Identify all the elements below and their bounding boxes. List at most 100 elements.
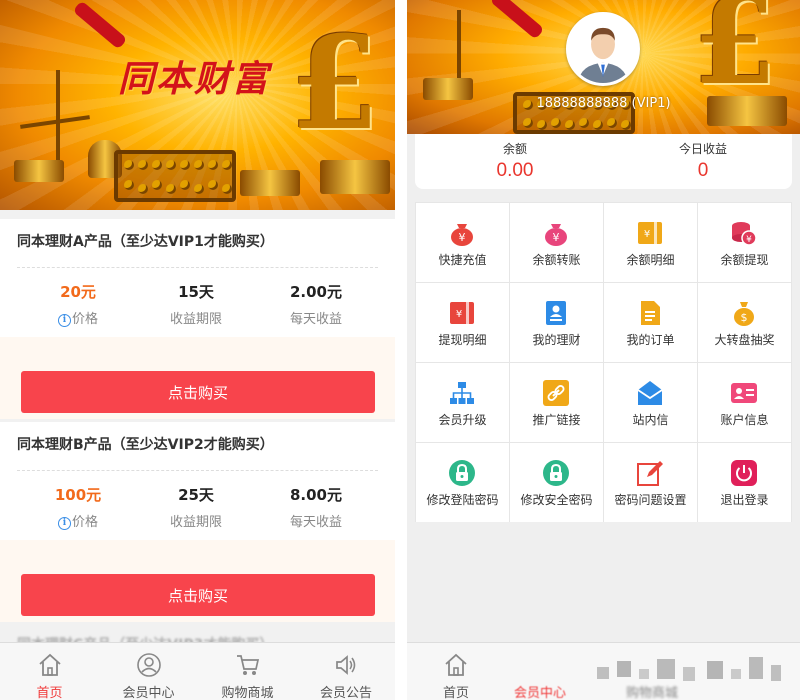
tab-home[interactable]: 首页	[407, 643, 505, 700]
watermark-noise	[587, 655, 787, 685]
user-icon	[527, 652, 553, 678]
menu-item-label: 我的订单	[626, 333, 675, 347]
member-center-screen: £ 18888888888 (VIP1) 余额 0.00 今日收益 0 ¥ 快捷…	[407, 0, 800, 700]
menu-item-label: 推广链接	[532, 413, 581, 427]
bottom-tab-bar: 首页 会员中心 购物商城	[407, 642, 800, 700]
tab-member-center[interactable]: 会员中心	[99, 643, 198, 700]
prize-bag-icon: $	[734, 302, 754, 326]
product-title: 同本理财B产品（至少达VIP2才能购买）	[17, 437, 274, 453]
product-title: 同本理财A产品（至少达VIP1才能购买）	[17, 234, 274, 250]
menu-item-account-info[interactable]: 账户信息	[698, 363, 791, 442]
home-icon	[445, 653, 467, 676]
svg-text:¥: ¥	[459, 231, 466, 244]
member-menu-grid: ¥ 快捷充值 ¥ 余额转账 ¥ 余额明细 ¥ 余额提现 ¥ 提现明细 我的理财 …	[415, 202, 792, 522]
menu-item-label: 退出登录	[720, 493, 769, 507]
home-icon	[38, 653, 61, 676]
today-income-label: 今日收益	[678, 142, 727, 156]
money-bag-icon: ¥	[545, 224, 567, 246]
buy-button[interactable]: 点击购买	[21, 574, 375, 616]
balance-panel: 余额 0.00 今日收益 0	[415, 134, 792, 189]
term-value: 15天	[178, 283, 214, 301]
menu-item-withdraw[interactable]: ¥ 余额提现	[698, 203, 791, 282]
product-stats: 20元 i 价格 15天 收益期限 2.00元 每天收益	[0, 281, 395, 331]
menu-item-member-upgrade[interactable]: 会员升级	[416, 363, 509, 442]
banner-title: 同本财富	[118, 58, 271, 100]
menu-item-security-question[interactable]: 密码问题设置	[604, 443, 697, 522]
svg-text:¥: ¥	[644, 229, 650, 240]
money-bag-icon: ¥	[451, 224, 473, 246]
term-stat: 25天 收益期限	[131, 484, 261, 530]
stage: £ 同本财富 同本理财A产品（至少达VIP1才能购买） 20元 i 价格 15天 …	[0, 0, 800, 700]
tab-announcements[interactable]: 会员公告	[297, 643, 395, 700]
document-icon	[641, 301, 660, 325]
today-income-stat: 今日收益 0	[613, 140, 793, 182]
balance-stat: 余额 0.00	[425, 140, 605, 182]
tab-shopping-mall[interactable]: 购物商城	[198, 643, 297, 700]
menu-item-balance-details[interactable]: ¥ 余额明细	[604, 203, 697, 282]
today-income-value: 0	[697, 160, 709, 181]
daily-income-stat: 2.00元 每天收益	[251, 281, 381, 327]
tab-label: 会员中心	[122, 686, 175, 700]
home-screen: £ 同本财富 同本理财A产品（至少达VIP1才能购买） 20元 i 价格 15天 …	[0, 0, 395, 700]
gold-coins-decoration	[240, 170, 300, 196]
menu-item-balance-transfer[interactable]: ¥ 余额转账	[510, 203, 603, 282]
menu-item-label: 站内信	[632, 413, 669, 427]
balance-label: 余额	[502, 142, 527, 156]
product-card: 同本理财B产品（至少达VIP2才能购买） 100元 i 价格 25天 收益期限 8…	[0, 422, 395, 622]
menu-item-change-login-password[interactable]: 修改登陆密码	[416, 443, 509, 522]
bottom-tab-bar: 首页 会员中心 购物商城 会员公告	[0, 642, 395, 700]
info-icon[interactable]: i	[57, 517, 71, 530]
menu-item-inbox[interactable]: 站内信	[604, 363, 697, 442]
buy-button[interactable]: 点击购买	[21, 371, 375, 413]
menu-item-quick-recharge[interactable]: ¥ 快捷充值	[416, 203, 509, 282]
menu-item-label: 提现明细	[438, 333, 487, 347]
term-label: 收益期限	[169, 312, 222, 327]
user-icon	[136, 653, 161, 677]
daily-income-value: 8.00元	[289, 486, 342, 504]
lock-icon	[449, 460, 475, 486]
info-icon[interactable]: i	[57, 314, 71, 327]
menu-item-lucky-wheel[interactable]: $ 大转盘抽奖	[698, 283, 791, 362]
term-value: 25天	[178, 486, 214, 504]
tab-member-center[interactable]: 会员中心	[505, 643, 575, 700]
term-stat: 15天 收益期限	[131, 281, 261, 327]
menu-item-label: 快捷充值	[438, 253, 487, 267]
gold-ingots-decoration	[320, 160, 390, 194]
abacus-decoration	[114, 150, 236, 202]
term-label: 收益期限	[169, 515, 222, 530]
daily-income-label: 每天收益	[289, 312, 342, 327]
cart-icon	[236, 655, 259, 675]
menu-item-change-security-password[interactable]: 修改安全密码	[510, 443, 603, 522]
menu-item-label: 账户信息	[720, 413, 769, 427]
user-account-line: 18888888888 (VIP1)	[536, 96, 671, 111]
menu-item-my-orders[interactable]: 我的订单	[604, 283, 697, 362]
coins-icon: ¥	[732, 222, 757, 246]
daily-income-stat: 8.00元 每天收益	[251, 484, 381, 530]
menu-item-referral-link[interactable]: 推广链接	[510, 363, 603, 442]
menu-item-my-finance[interactable]: 我的理财	[510, 283, 603, 362]
hierarchy-icon	[450, 382, 474, 404]
menu-item-label: 我的理财	[532, 333, 581, 347]
promo-banner[interactable]: £ 同本财富	[0, 0, 395, 210]
power-icon	[731, 460, 757, 486]
menu-item-withdraw-details[interactable]: ¥ 提现明细	[416, 283, 509, 362]
menu-item-label: 修改登陆密码	[426, 493, 499, 507]
svg-text:¥: ¥	[746, 235, 752, 245]
daily-income-label: 每天收益	[289, 515, 342, 530]
mail-icon	[637, 381, 663, 405]
tab-label: 首页	[442, 686, 469, 700]
link-icon	[543, 380, 569, 406]
svg-text:¥: ¥	[456, 309, 462, 320]
tab-home[interactable]: 首页	[0, 643, 99, 700]
card-icon: ¥	[638, 222, 662, 244]
price-stat: 20元 i 价格	[13, 281, 143, 327]
pound-sign-decoration: £	[290, 9, 380, 159]
menu-item-logout[interactable]: 退出登录	[698, 443, 791, 522]
menu-item-label: 余额明细	[626, 253, 675, 267]
avatar[interactable]	[566, 12, 640, 86]
id-card-icon	[731, 383, 757, 403]
price-label: 价格	[71, 312, 98, 327]
menu-item-label: 密码问题设置	[614, 493, 687, 507]
lock-icon	[543, 460, 569, 486]
menu-item-label: 会员升级	[438, 413, 487, 427]
